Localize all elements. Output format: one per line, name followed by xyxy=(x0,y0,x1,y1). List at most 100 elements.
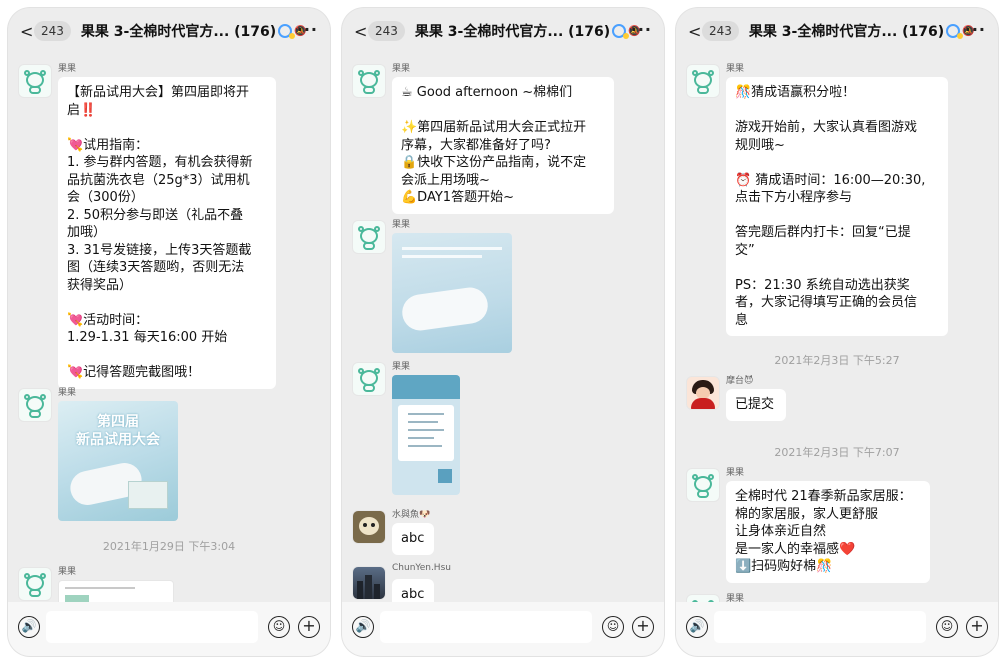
message-bubble[interactable]: ☕ Good afternoon ~棉棉们 ✨第四届新品试用大会正式拉开 序幕，… xyxy=(392,77,614,214)
input-bar: 🔊 ☺ + xyxy=(8,602,330,656)
more-icon[interactable]: ··· xyxy=(965,20,986,39)
avatar[interactable] xyxy=(18,567,52,601)
message-line: ☕ Good afternoon ~棉棉们 xyxy=(401,85,573,100)
message-bubble[interactable]: abc xyxy=(392,523,434,555)
avatar[interactable] xyxy=(18,388,52,422)
message-line: 🎊猜成语赢积分啦！ xyxy=(735,85,856,100)
message-list[interactable]: 果果 🎊猜成语赢积分啦！ 游戏开始前，大家认真看图游戏 规则哦~ ⏰ 猜成语时间… xyxy=(676,54,998,602)
message-bubble[interactable]: 🎊猜成语赢积分啦！ 游戏开始前，大家认真看图游戏 规则哦~ ⏰ 猜成语时间：16… xyxy=(726,77,948,336)
unread-badge[interactable]: 243 xyxy=(368,21,405,41)
chat-header: < 243 果果 3-全棉时代官方... (176) 🔕 xyxy=(8,8,330,54)
avatar[interactable] xyxy=(352,566,386,600)
message-line: abc xyxy=(401,531,425,546)
message-line: 1. 参与群内答题，有机会获得新 xyxy=(67,155,253,170)
unread-badge[interactable]: 243 xyxy=(702,21,739,41)
avatar[interactable] xyxy=(686,468,720,502)
sender-name: 水與魚🐶 xyxy=(392,510,431,520)
message-line: 点击下方小程序参与 xyxy=(735,190,853,205)
message-line: 棉的家居服，家人更舒服 xyxy=(735,506,879,522)
message-input[interactable] xyxy=(380,611,592,643)
message-line: 💘记得答题完截图哦！ xyxy=(67,365,201,380)
message-image[interactable]: 第四届 新品试用大会 xyxy=(58,401,178,521)
message-line: 是一家人的幸福感❤️ xyxy=(735,541,856,557)
emoji-icon[interactable]: ☺ xyxy=(268,616,290,638)
message-line: 序幕，大家都准备好了吗? xyxy=(401,137,551,153)
sender-name: 果果 xyxy=(726,64,745,74)
chat-screen-2: < 243 果果 3-全棉时代官方... (176) 🔕 ··· 果果 ☕ Go… xyxy=(342,8,664,656)
sender-name: ChunYen.Hsu xyxy=(392,563,451,573)
sender-name: 果果 xyxy=(58,64,77,74)
message-line: 全棉时代 21春季新品家居服： xyxy=(735,489,912,504)
sender-name: 果果 xyxy=(392,362,411,372)
message-line: 交” xyxy=(735,242,755,258)
message-line: 游戏开始前，大家认真看图游戏 xyxy=(735,120,918,135)
message-line xyxy=(67,119,267,137)
message-line: ⬇️扫码购好棉🎊 xyxy=(735,559,833,574)
message-line: 1.29-1.31 每天16:00 开始 xyxy=(67,330,228,345)
avatar[interactable] xyxy=(686,376,720,410)
back-icon[interactable]: < xyxy=(688,22,701,41)
timestamp: 2021年2月3日 下午5:27 xyxy=(774,354,900,367)
qq-icon xyxy=(612,24,630,39)
avatar[interactable] xyxy=(352,510,386,544)
message-bubble[interactable]: 已提交 xyxy=(726,389,786,421)
message-line xyxy=(67,347,267,365)
unread-badge[interactable]: 243 xyxy=(34,21,71,41)
avatar[interactable] xyxy=(686,64,720,98)
message-line: 者，大家记得填写正确的会员信 xyxy=(735,295,918,310)
emoji-icon[interactable]: ☺ xyxy=(602,616,624,638)
input-bar: 🔊 ☺ + xyxy=(342,602,664,656)
message-image[interactable] xyxy=(58,580,174,602)
message-line: 图（连续3天答题哟，否则无法 xyxy=(67,260,245,275)
message-line xyxy=(735,259,939,277)
emoji-icon[interactable]: ☺ xyxy=(936,616,958,638)
poster-text: 第四届 xyxy=(97,414,139,430)
plus-icon[interactable]: + xyxy=(298,616,320,638)
more-icon[interactable]: ··· xyxy=(631,20,652,39)
message-bubble[interactable]: 【新品试用大会】第四届即将开 启‼️ 💘试用指南： 1. 参与群内答题，有机会获… xyxy=(58,77,276,389)
poster-text: 新品试用大会 xyxy=(76,432,160,448)
message-line: abc xyxy=(401,587,425,602)
chat-title: 果果 3-全棉时代官方... (176) xyxy=(414,24,611,40)
avatar[interactable] xyxy=(352,362,386,396)
avatar[interactable] xyxy=(18,64,52,98)
message-bubble[interactable]: 全棉时代 21春季新品家居服： 棉的家居服，家人更舒服 让身体亲近自然 是一家人… xyxy=(726,481,930,583)
avatar[interactable] xyxy=(686,594,720,602)
plus-icon[interactable]: + xyxy=(966,616,988,638)
message-line: 3. 31号发链接，上传3天答题截 xyxy=(67,242,252,258)
message-image[interactable] xyxy=(392,375,460,495)
message-line: ✨第四届新品试用大会正式拉开 xyxy=(401,120,587,135)
chat-screen-3: < 243 果果 3-全棉时代官方... (176) 🔕 ··· 果果 🎊猜成语… xyxy=(676,8,998,656)
message-line: 息 xyxy=(735,312,749,328)
message-image[interactable] xyxy=(392,233,512,353)
message-list[interactable]: 果果 ☕ Good afternoon ~棉棉们 ✨第四届新品试用大会正式拉开 … xyxy=(342,54,664,602)
message-input[interactable] xyxy=(714,611,926,643)
input-bar: 🔊 ☺ + xyxy=(676,602,998,656)
message-line: PS：21:30 系统自动选出获奖 xyxy=(735,277,910,293)
message-list[interactable]: 果果 【新品试用大会】第四届即将开 启‼️ 💘试用指南： 1. 参与群内答题，有… xyxy=(8,54,330,602)
message-line: 已提交 xyxy=(735,397,775,412)
message-line xyxy=(67,294,267,312)
message-line: ⏰ 猜成语时间：16:00—20:30, xyxy=(735,172,926,188)
message-input[interactable] xyxy=(46,611,258,643)
message-line: 获得奖品） xyxy=(67,277,133,293)
avatar[interactable] xyxy=(352,220,386,254)
back-icon[interactable]: < xyxy=(20,22,33,41)
avatar[interactable] xyxy=(352,64,386,98)
back-icon[interactable]: < xyxy=(354,22,367,41)
voice-icon[interactable]: 🔊 xyxy=(18,616,40,638)
voice-icon[interactable]: 🔊 xyxy=(686,616,708,638)
message-bubble[interactable]: abc xyxy=(392,579,434,602)
more-icon[interactable]: ··· xyxy=(297,20,318,39)
chat-header: < 243 果果 3-全棉时代官方... (176) 🔕 xyxy=(676,8,998,54)
sender-name: 摩台😈 xyxy=(726,376,754,386)
message-line: 品抗菌洗衣皂（25g*3）试用机 xyxy=(67,172,250,188)
qq-icon xyxy=(278,24,296,39)
message-line: 2. 50积分参与即送（礼品不叠 xyxy=(67,207,244,223)
plus-icon[interactable]: + xyxy=(632,616,654,638)
message-line xyxy=(735,207,939,225)
product-box xyxy=(128,481,168,509)
sender-name: 果果 xyxy=(726,594,745,602)
voice-icon[interactable]: 🔊 xyxy=(352,616,374,638)
chat-header: < 243 果果 3-全棉时代官方... (176) 🔕 xyxy=(342,8,664,54)
